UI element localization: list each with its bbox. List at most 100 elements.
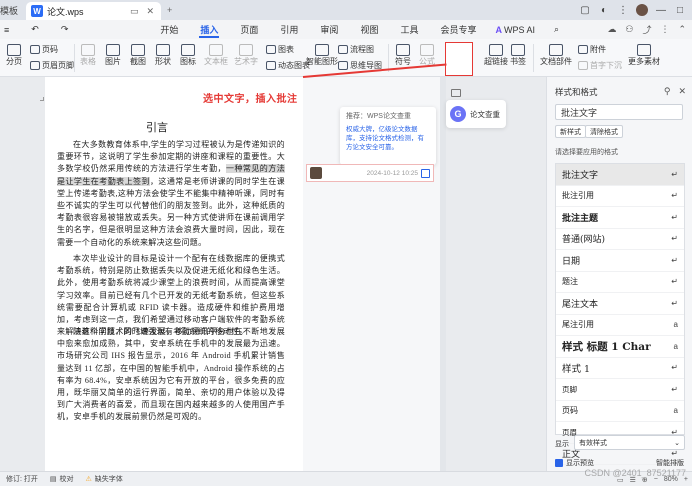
current-style-value: 批注文字 (561, 108, 598, 119)
symbol-button[interactable]: 符号 (395, 44, 411, 67)
style-item-label: 批注引用 (562, 191, 594, 201)
undo-icon[interactable]: ↶ (20, 20, 50, 39)
style-item[interactable]: 题注 ↵ (556, 272, 684, 293)
dynamic-chart-icon (266, 61, 276, 70)
tip-body[interactable]: 权威大牌，亿级论文数据库，支持论文格式检测，有方论文安全可靠。 (346, 125, 430, 152)
more-materials-button[interactable]: 更多素材 (628, 44, 660, 67)
header-footer-button[interactable]: 页眉页脚 (30, 60, 74, 71)
user-avatar[interactable] (636, 4, 648, 16)
style-item[interactable]: 样式 1 ↵ (556, 358, 684, 379)
menu-review[interactable]: 审阅 (309, 20, 349, 39)
paper-check-card[interactable]: G 论文查重 (446, 100, 506, 128)
more-icon[interactable]: ⋮ (660, 24, 669, 35)
header-footer-label: 页眉页脚 (42, 61, 74, 70)
menu-wps-ai[interactable]: A WPS AI (487, 25, 543, 35)
style-item-mark: ↵ (671, 277, 678, 287)
style-item[interactable]: 普通(网站) ↵ (556, 229, 684, 250)
tab-template[interactable]: 模板 (0, 0, 26, 20)
missing-font-status[interactable]: ⚠ 缺失字体 (80, 474, 129, 484)
tab-menu-icon[interactable]: ▭ (128, 6, 141, 17)
apps-icon[interactable]: ⋮ (617, 5, 629, 16)
picture-button[interactable]: 图片 (105, 44, 121, 67)
collab-icon[interactable]: ⚇ (625, 24, 633, 35)
menu-home[interactable]: 开始 (149, 20, 189, 39)
style-item[interactable]: 日期 ↵ (556, 250, 684, 272)
menu-member[interactable]: 会员专享 (429, 20, 487, 39)
picture-label: 图片 (105, 57, 121, 66)
bookmark-button[interactable]: 书签 (510, 44, 526, 67)
attachment-button[interactable]: 附件 (578, 44, 606, 55)
textbox-button[interactable]: 文本框 (204, 44, 228, 67)
current-style-field[interactable]: 批注文字 (555, 104, 683, 120)
flowchart-button[interactable]: 流程图 (338, 44, 374, 55)
style-item[interactable]: 页码 a (556, 401, 684, 422)
ribbon-divider (74, 44, 75, 72)
smart-layout-button[interactable]: 智能排版 (656, 458, 684, 468)
chart-label: 图表 (278, 45, 294, 54)
share-icon[interactable]: ⤴ (642, 23, 651, 36)
style-item[interactable]: 批注主题 ↵ (556, 207, 684, 229)
collapse-icon[interactable]: ⌃ (678, 24, 686, 35)
formula-icon (420, 44, 434, 56)
style-item[interactable]: 尾注引用 a (556, 315, 684, 336)
show-select[interactable]: 有效样式 ⌄ (574, 435, 685, 450)
styles-panel-controls: ⚲ ✕ (664, 86, 686, 97)
clear-format-button[interactable]: 清除格式 (585, 125, 623, 138)
minimize-icon[interactable]: — (655, 5, 667, 16)
style-item[interactable]: 尾注文本 ↵ (556, 293, 684, 315)
menu-page[interactable]: 页面 (229, 20, 269, 39)
restore-icon[interactable]: □ (674, 5, 686, 16)
hyperlink-button[interactable]: 超链接 (484, 44, 508, 67)
table-button[interactable]: 表格 (80, 44, 96, 67)
chart-button[interactable]: 图表 (266, 44, 294, 55)
tab-close-icon[interactable]: ✕ (144, 6, 156, 17)
wps-ai-icon: A (495, 24, 502, 35)
tab-document[interactable]: W 论文.wps ▭ ✕ (26, 2, 162, 20)
style-item[interactable]: 样式 标题 1 Char a (556, 336, 684, 358)
revision-status[interactable]: 修订: 打开 (0, 474, 44, 484)
hamburger-icon[interactable]: ≡ (0, 20, 20, 39)
menu-insert[interactable]: 插入 (189, 20, 229, 39)
shape-button[interactable]: 形状 (155, 44, 171, 67)
cloud-icon[interactable]: ☁ (607, 24, 616, 35)
recommend-tip-card[interactable]: 推荐：WPS论文查重 权威大牌，亿级论文数据库，支持论文格式检测，有方论文安全可… (340, 107, 436, 165)
page-break-button[interactable]: 分页 (6, 44, 22, 67)
layout-icon[interactable]: ▢ (579, 5, 591, 16)
pin-icon[interactable]: ⚲ (664, 86, 671, 97)
page-number-button[interactable]: 页码 (30, 44, 58, 55)
panel-toggle-icon[interactable] (451, 89, 461, 97)
screenshot-button[interactable]: 截图 (130, 44, 146, 67)
icon-button[interactable]: 图标 (180, 44, 196, 67)
smart-shape-button[interactable]: 智能图形 (306, 44, 338, 67)
wordart-button[interactable]: 艺术字 (234, 44, 258, 67)
formula-button[interactable]: 公式 (419, 44, 435, 67)
new-style-button[interactable]: 新样式 (555, 125, 586, 138)
comment-card[interactable]: 2024-10-12 10:25 (306, 164, 434, 182)
skin-icon[interactable]: ◐ (598, 5, 610, 16)
doc-part-button[interactable]: 文档部件 (540, 44, 572, 67)
style-item-mark: a (673, 406, 678, 416)
redo-icon[interactable]: ↷ (50, 20, 80, 39)
style-item[interactable]: 批注文字 ↵ (556, 164, 684, 186)
missing-font-label: 缺失字体 (94, 476, 123, 483)
proof-status[interactable]: ▤ 校对 (44, 474, 80, 484)
first-letter-button[interactable]: 首字下沉 (578, 60, 622, 71)
style-item[interactable]: 页脚 ↵ (556, 379, 684, 401)
flowchart-icon (338, 45, 348, 54)
document-page[interactable]: 引言 在大多数教育体系中,学生的学习过程被认为是传递知识的重要环节，这说明了学生… (45, 77, 303, 471)
menu-view[interactable]: 视图 (349, 20, 389, 39)
close-icon[interactable]: ✕ (678, 86, 686, 97)
proof-label: 校对 (59, 476, 74, 483)
style-item-label: 尾注引用 (562, 320, 594, 330)
new-tab-icon[interactable]: + (165, 5, 174, 15)
menu-reference[interactable]: 引用 (269, 20, 309, 39)
comment-menu-icon[interactable] (421, 168, 430, 178)
style-item-mark: ↵ (671, 363, 678, 373)
tab-document-label: 论文.wps (47, 6, 84, 17)
style-item[interactable]: 批注引用 ↵ (556, 186, 684, 207)
wps-ai-label: WPS AI (503, 24, 535, 35)
show-preview-checkbox[interactable]: 显示预览 (555, 458, 594, 468)
dynamic-chart-button[interactable]: 动态图表 (266, 60, 310, 71)
search-icon[interactable]: ⌕ (543, 20, 570, 39)
menu-tools[interactable]: 工具 (389, 20, 429, 39)
